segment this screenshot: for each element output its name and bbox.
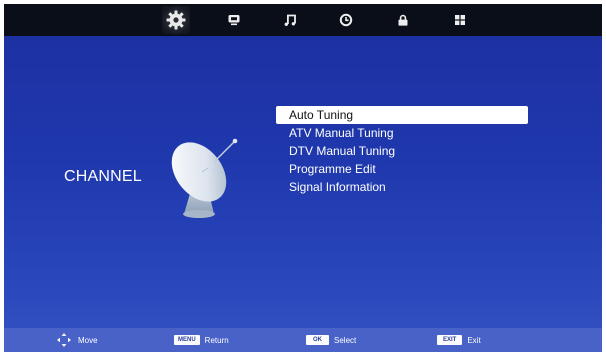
select-hint: OK Select [306,332,356,348]
menu-item-auto-tuning[interactable]: Auto Tuning [276,106,528,124]
tab-setup[interactable] [446,6,474,34]
music-note-icon [284,14,296,26]
menu-item-signal-information[interactable]: Signal Information [276,178,528,196]
menu-key: MENU [174,335,200,345]
select-label: Select [334,335,357,345]
return-hint: MENU Return [174,332,229,348]
return-label: Return [204,335,229,345]
menu-item-atv-manual-tuning[interactable]: ATV Manual Tuning [276,124,528,142]
exit-key: EXIT [437,335,463,345]
exit-label: Exit [467,335,481,345]
grid-icon [455,15,465,25]
exit-hint: EXIT Exit [437,332,481,348]
move-label: Move [78,335,98,345]
menu-item-programme-edit[interactable]: Programme Edit [276,160,528,178]
tab-picture[interactable] [220,6,248,34]
tab-lock[interactable] [389,6,417,34]
move-hint: Move [56,332,98,348]
lock-icon [398,14,408,26]
satellite-dish-icon [166,132,246,227]
clock-icon [339,13,353,27]
tab-settings[interactable] [162,6,190,34]
page-title: CHANNEL [64,168,142,185]
tab-sound[interactable] [276,6,304,34]
monitor-icon [228,15,240,26]
footer-hint-bar: Move MENU Return OK Select EXIT Exit [4,328,602,352]
channel-menu: Auto Tuning ATV Manual Tuning DTV Manual… [276,106,528,196]
move-arrows-icon [57,333,71,347]
gear-icon [166,10,186,30]
tab-time[interactable] [332,6,360,34]
top-tab-bar [4,4,602,36]
ok-key: OK [306,335,329,345]
tv-menu-screen: CHANNEL Auto Tuning ATV Manual Tuning DT… [4,4,602,352]
menu-item-dtv-manual-tuning[interactable]: DTV Manual Tuning [276,142,528,160]
